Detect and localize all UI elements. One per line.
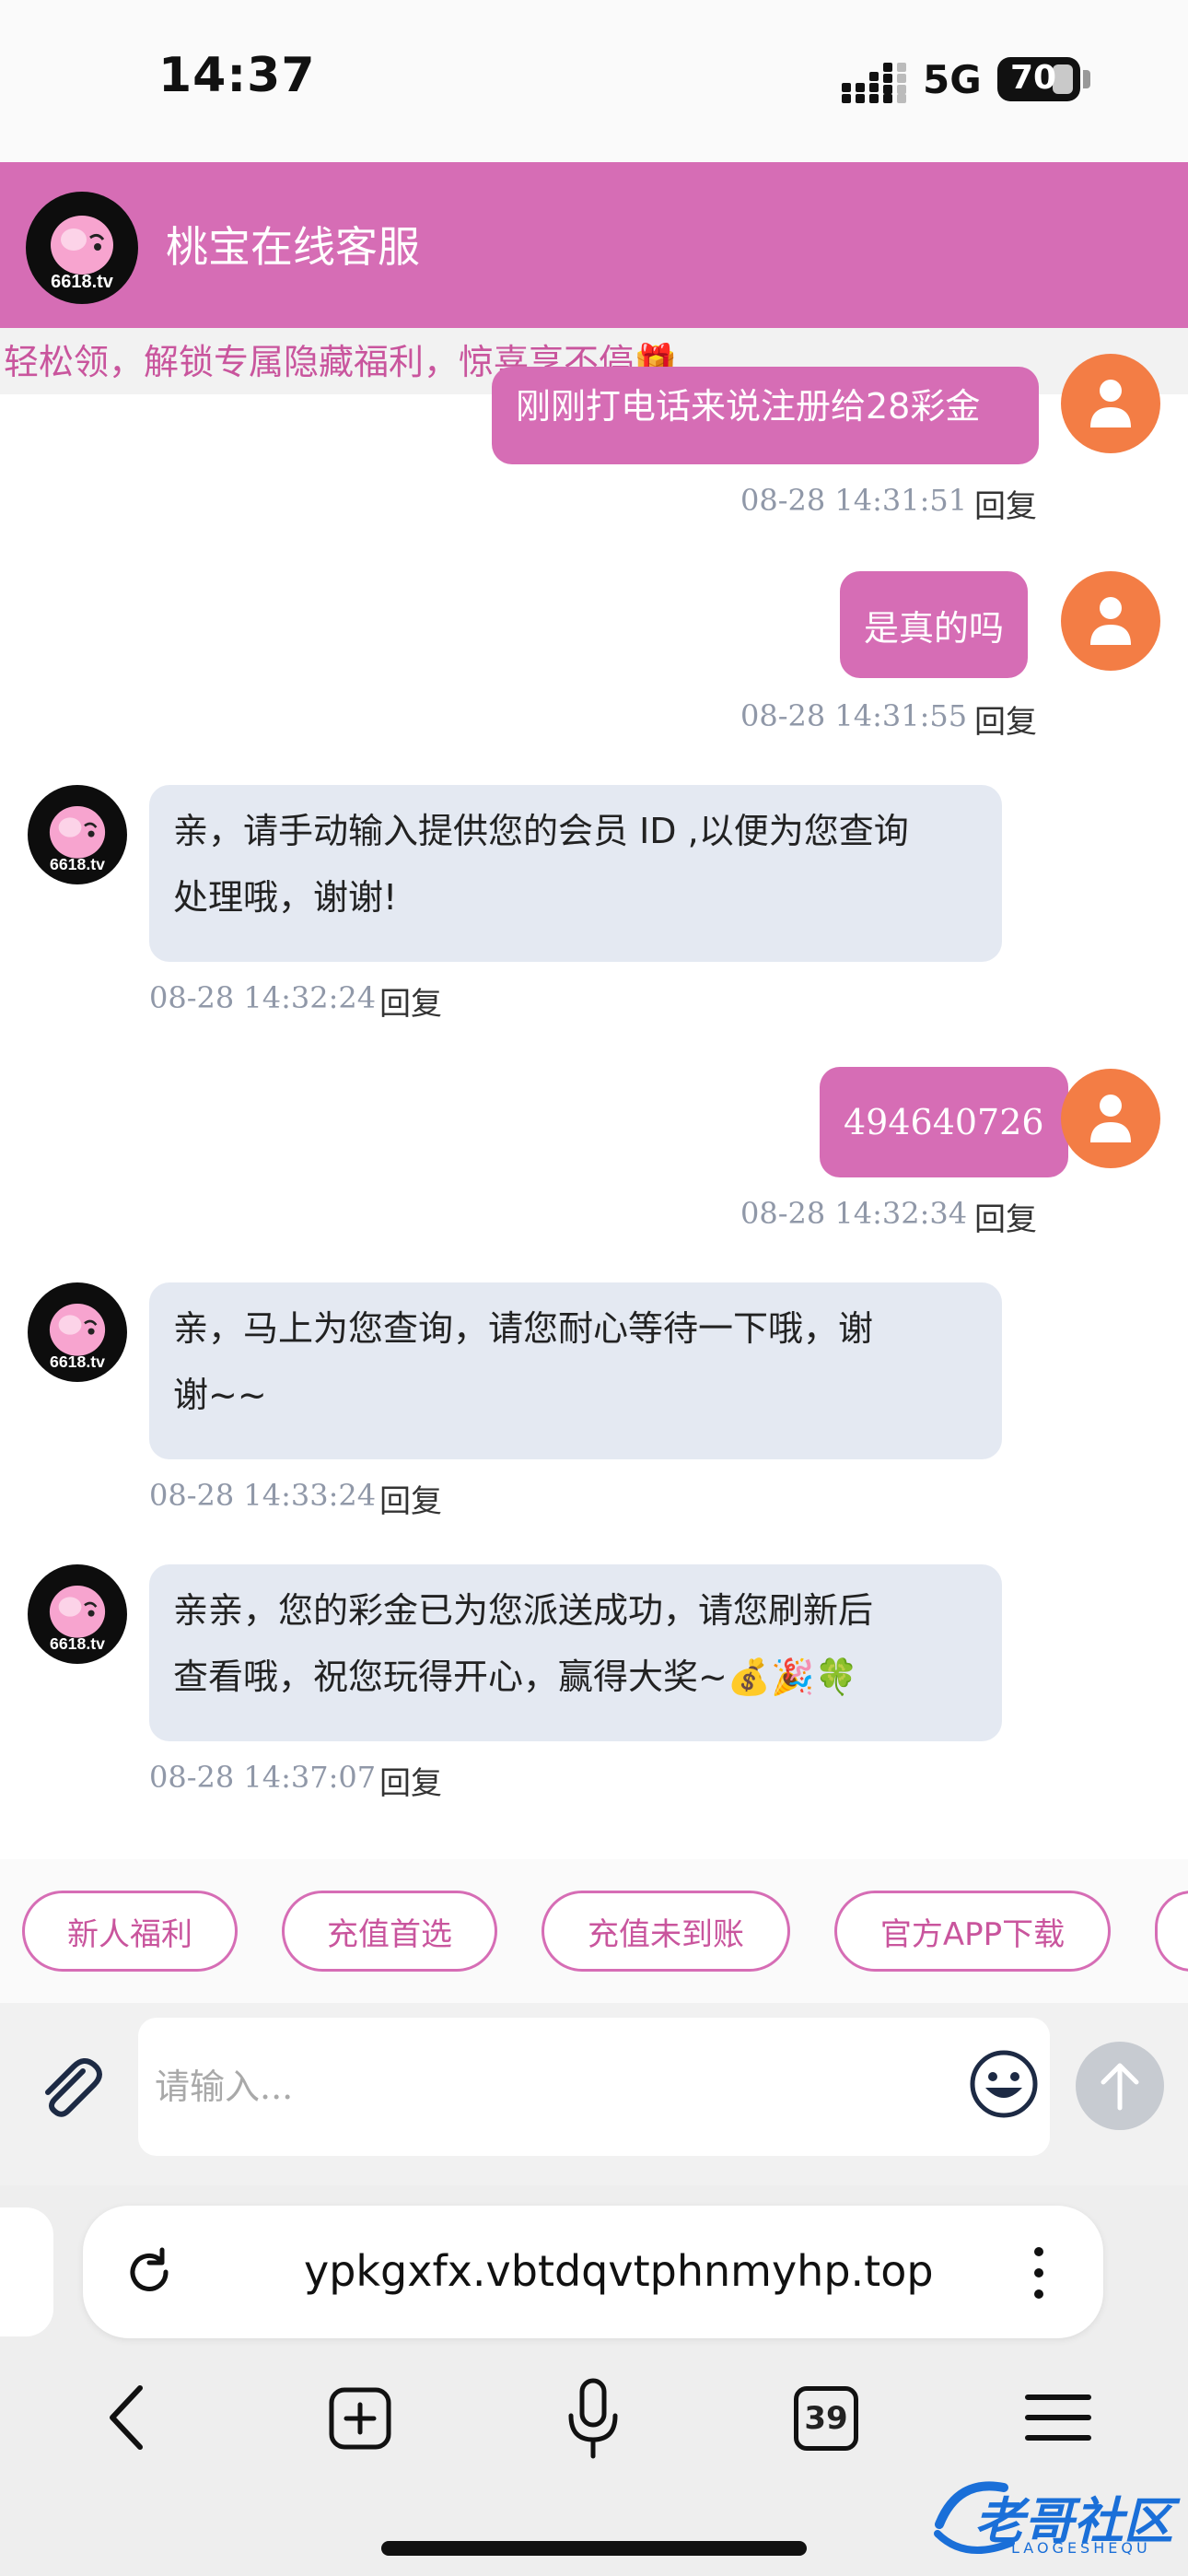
user-message-bubble: 是真的吗: [840, 571, 1029, 678]
message-line: 谢~~: [173, 1375, 267, 1415]
user-icon: [1090, 597, 1131, 645]
url-text: ypkgxfx.vbtdqvtphnmyhp.top: [304, 2246, 934, 2296]
message-line: 处理哦，谢谢!: [173, 877, 398, 918]
svg-text:6618.tv: 6618.tv: [50, 1634, 105, 1653]
reply-link[interactable]: 回复: [974, 1194, 1037, 1239]
message-time: 08-28 14:31:55: [740, 698, 968, 733]
reply-link[interactable]: 回复: [379, 978, 442, 1024]
svg-text:6618.tv: 6618.tv: [51, 272, 114, 292]
user-message-bubble: 刚刚打电话来说注册给28彩金: [492, 367, 1039, 464]
user-avatar: [1061, 354, 1160, 453]
agent-avatar: 6618.tv: [28, 785, 127, 884]
quick-button-app-download[interactable]: 官方APP下载: [834, 1891, 1111, 1972]
user-icon: [1090, 1095, 1131, 1142]
agent-message-bubble: 亲亲，您的彩金已为您派送成功，请您刷新后 查看哦，祝您玩得开心，赢得大奖~💰🎉🍀: [149, 1564, 1002, 1741]
signal-icon: [842, 63, 906, 103]
previous-tab-stub[interactable]: [0, 2207, 53, 2336]
more-options-icon[interactable]: [1022, 2241, 1055, 2305]
agent-message-bubble: 亲，马上为您查询，请您耐心等待一下哦，谢 谢~~: [149, 1282, 1002, 1459]
message-text: 刚刚打电话来说注册给28彩金: [516, 386, 981, 427]
reply-link[interactable]: 回复: [974, 481, 1037, 526]
menu-icon[interactable]: [1024, 2390, 1092, 2445]
paperclip-icon[interactable]: [33, 2053, 107, 2126]
agent-message-bubble: 亲，请手动输入提供您的会员 ID ,以便为您查询 处理哦，谢谢!: [149, 785, 1002, 962]
send-button[interactable]: [1076, 2042, 1164, 2130]
user-avatar: [1061, 1069, 1160, 1168]
new-tab-icon[interactable]: [328, 2386, 392, 2451]
watermark-subtext: LAOGESHEQU: [1011, 2539, 1151, 2557]
page: 14:37 5G 70 6618.tv 桃宝在线客服 轻松领，解锁专属隐藏福利，…: [0, 0, 1188, 2576]
svg-text:6618.tv: 6618.tv: [50, 1352, 105, 1371]
network-type: 5G: [923, 57, 982, 102]
back-icon[interactable]: [99, 2381, 151, 2454]
peach-logo-icon: 6618.tv: [49, 1586, 105, 1653]
reply-link[interactable]: 回复: [974, 697, 1037, 742]
microphone-icon[interactable]: [564, 2377, 623, 2462]
reload-icon[interactable]: [120, 2242, 179, 2301]
home-indicator[interactable]: [381, 2541, 807, 2556]
battery-level: 70: [1010, 59, 1057, 97]
chat-title: 桃宝在线客服: [166, 222, 420, 272]
header-avatar[interactable]: 6618.tv: [26, 192, 138, 304]
message-time: 08-28 14:33:24: [149, 1478, 377, 1513]
battery-tip: [1083, 70, 1090, 88]
reply-link[interactable]: 回复: [379, 1758, 442, 1803]
peach-logo-icon: 6618.tv: [49, 806, 105, 873]
user-icon: [1090, 380, 1131, 427]
status-time: 14:37: [158, 48, 316, 103]
quick-button-deposit-first[interactable]: 充值首选: [282, 1891, 497, 1972]
battery-icon: 70: [997, 57, 1080, 101]
tabs-button[interactable]: 39: [794, 2386, 858, 2451]
quick-button-newbie-bonus[interactable]: 新人福利: [22, 1891, 238, 1972]
message-line: 亲，马上为您查询，请您耐心等待一下哦，谢: [173, 1308, 874, 1349]
arrow-up-icon: [1101, 2063, 1139, 2111]
peach-logo-icon: 6618.tv: [51, 216, 114, 292]
user-avatar: [1061, 571, 1160, 671]
message-time: 08-28 14:32:34: [740, 1196, 968, 1231]
emoji-icon[interactable]: [967, 2047, 1041, 2121]
agent-avatar: 6618.tv: [28, 1282, 127, 1382]
message-time: 08-28 14:37:07: [149, 1760, 377, 1795]
agent-avatar: 6618.tv: [28, 1564, 127, 1664]
message-line: 亲，请手动输入提供您的会员 ID ,以便为您查询: [173, 811, 909, 851]
message-text: 494640726: [844, 1102, 1044, 1142]
message-line: 查看哦，祝您玩得开心，赢得大奖~💰🎉🍀: [173, 1657, 858, 1697]
message-line: 亲亲，您的彩金已为您派送成功，请您刷新后: [173, 1590, 874, 1631]
peach-logo-icon: 6618.tv: [49, 1304, 105, 1371]
message-time: 08-28 14:32:24: [149, 980, 377, 1015]
svg-text:6618.tv: 6618.tv: [50, 855, 105, 873]
quick-button-deposit-missing[interactable]: 充值未到账: [542, 1891, 790, 1972]
user-message-bubble: 494640726: [820, 1067, 1068, 1177]
tab-count: 39: [804, 2400, 848, 2437]
message-text: 是真的吗: [864, 607, 1005, 649]
input-placeholder: 请输入...: [155, 2067, 294, 2107]
reply-link[interactable]: 回复: [379, 1476, 442, 1521]
message-time: 08-28 14:31:51: [740, 483, 968, 518]
